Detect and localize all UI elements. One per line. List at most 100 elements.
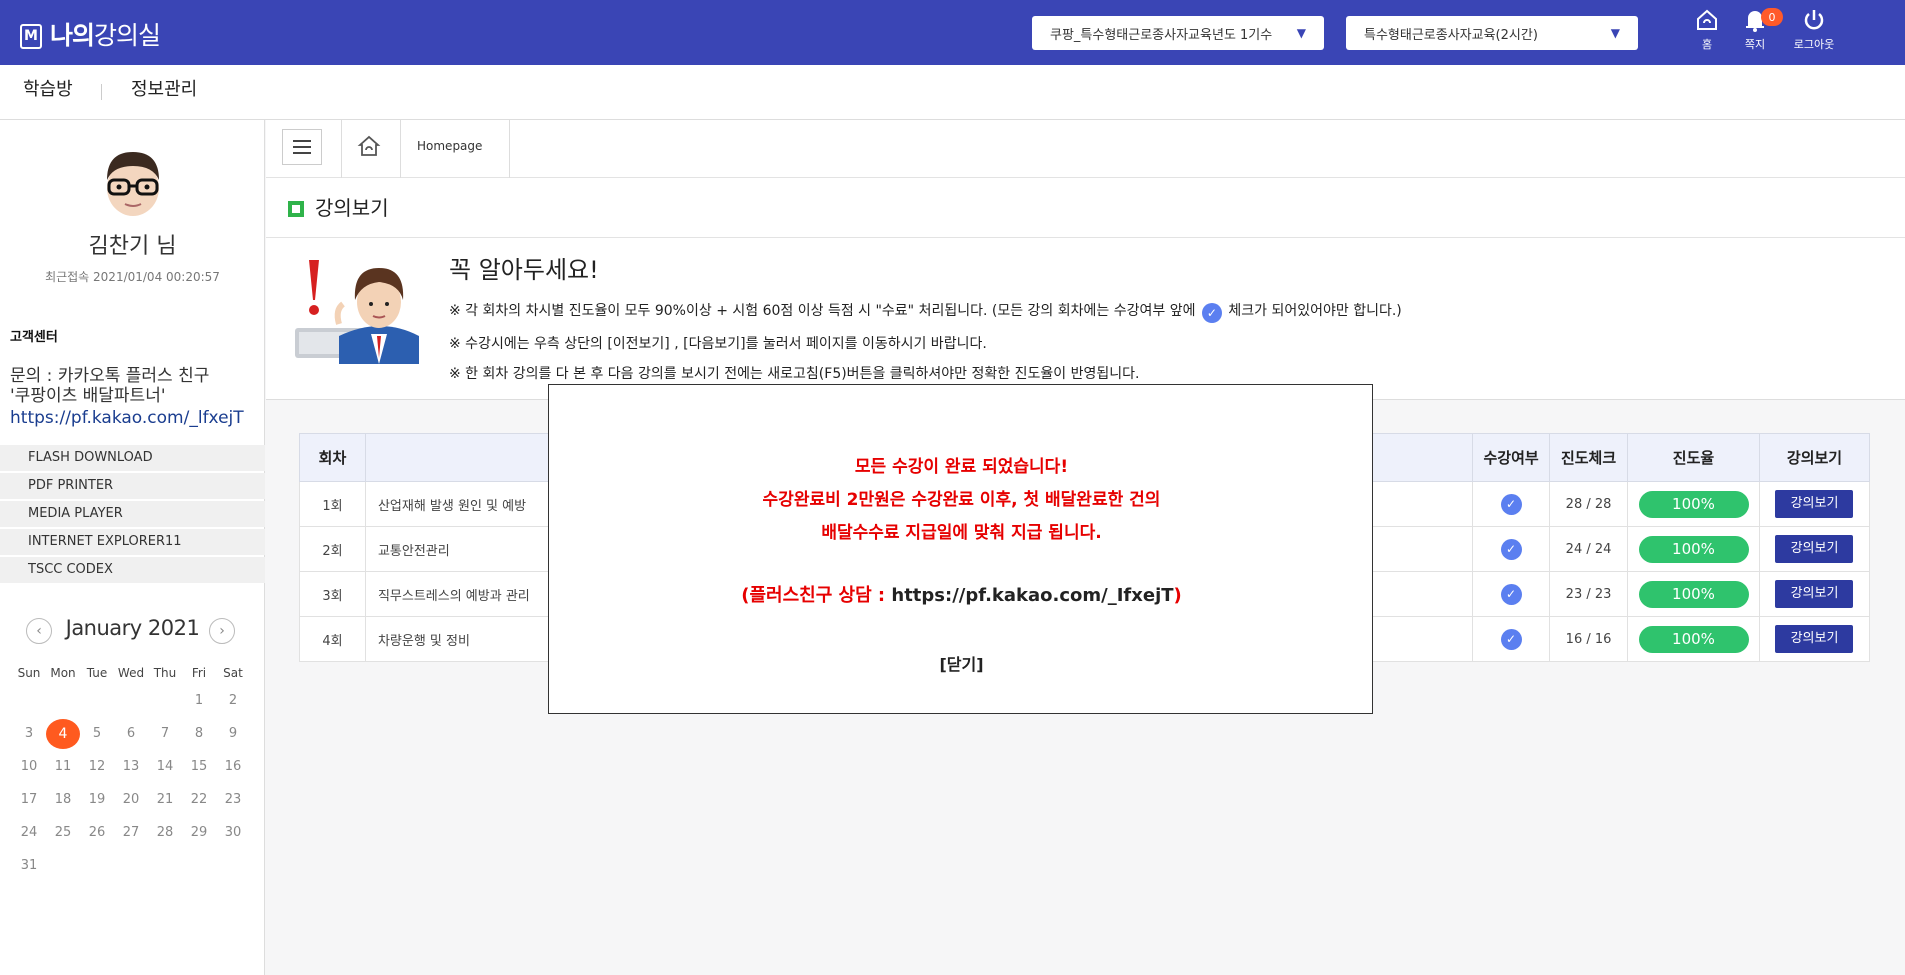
calendar-empty-cell — [46, 684, 80, 717]
home-icon — [357, 135, 381, 156]
plugin-tscc-codex[interactable]: TSCC CODEX — [0, 557, 265, 583]
menu-button[interactable] — [282, 129, 322, 165]
cell-status: ✓ — [1472, 526, 1551, 572]
lecture-select[interactable]: 특수형태근로종사자교육(2시간) ▼ — [1346, 16, 1638, 50]
breadcrumb-home-button[interactable] — [357, 134, 381, 162]
view-lecture-button[interactable]: 강의보기 — [1775, 535, 1854, 563]
plugin-media-player[interactable]: MEDIA PLAYER — [0, 501, 265, 527]
calendar-day[interactable]: 16 — [216, 750, 250, 783]
cell-status: ✓ — [1472, 616, 1551, 662]
cell-round: 4회 — [299, 616, 366, 662]
calendar-day[interactable]: 22 — [182, 783, 216, 816]
view-lecture-button[interactable]: 강의보기 — [1775, 625, 1854, 653]
notice-title: 꼭 알아두세요! — [449, 256, 599, 284]
calendar-day[interactable]: 15 — [182, 750, 216, 783]
progress-badge: 100% — [1638, 490, 1749, 518]
check-circle-icon: ✓ — [1201, 303, 1222, 323]
calendar-day[interactable]: 9 — [216, 717, 250, 750]
calendar-day[interactable]: 1 — [182, 684, 216, 717]
breadcrumb-current[interactable]: Homepage — [417, 139, 482, 153]
notice-box: 꼭 알아두세요! ※ 각 회차의 차시별 진도율이 모두 90%이상 + 시험 … — [266, 238, 1905, 400]
calendar-day[interactable]: 10 — [12, 750, 46, 783]
calendar-day-today[interactable]: 4 — [46, 717, 80, 750]
calendar-day[interactable]: 28 — [148, 816, 182, 849]
logout-button[interactable]: 로그아웃 — [1784, 8, 1844, 52]
breadcrumb: Homepage — [266, 120, 1905, 178]
cell-check: 28 / 28 — [1549, 481, 1629, 527]
calendar-day[interactable]: 26 — [80, 816, 114, 849]
notice-line-3: ※ 한 회차 강의를 다 본 후 다음 강의를 보시기 전에는 새로고침(F5)… — [449, 366, 1140, 382]
calendar-day[interactable]: 17 — [12, 783, 46, 816]
plugin-internet-explorer[interactable]: INTERNET EXPLORER11 — [0, 529, 265, 555]
view-lecture-button[interactable]: 강의보기 — [1775, 490, 1854, 518]
calendar-day[interactable]: 11 — [46, 750, 80, 783]
sidebar: 김찬기 님 최근접속 2021/01/04 00:20:57 고객센터 문의 :… — [0, 120, 265, 975]
calendar-day[interactable]: 5 — [80, 717, 114, 750]
calendar-week-row: 31 — [12, 849, 250, 882]
cell-view: 강의보기 — [1758, 481, 1871, 527]
check-circle-icon: ✓ — [1500, 538, 1522, 560]
calendar-day[interactable]: 20 — [114, 783, 148, 816]
nav-info-management[interactable]: 정보관리 — [131, 75, 197, 101]
calendar-next-button[interactable]: › — [209, 618, 235, 644]
cell-rate: 100% — [1627, 526, 1760, 572]
sub-navigation: 학습방 정보관리 — [0, 65, 1905, 120]
calendar-empty-cell — [12, 684, 46, 717]
chevron-right-icon: › — [219, 623, 225, 639]
course-select[interactable]: 쿠팡_특수형태근로종사자교육년도 1기수 ▼ — [1032, 16, 1324, 50]
check-circle-icon: ✓ — [1500, 583, 1522, 605]
plugin-pdf-printer[interactable]: PDF PRINTER — [0, 473, 265, 499]
nav-study-room[interactable]: 학습방 — [23, 75, 73, 101]
calendar-day[interactable]: 24 — [12, 816, 46, 849]
calendar-day[interactable]: 25 — [46, 816, 80, 849]
home-icon — [1697, 9, 1717, 30]
calendar-empty-cell — [80, 849, 114, 882]
calendar-weekday: Thu — [153, 666, 177, 680]
cs-line1: 문의 : 카카오톡 플러스 친구 — [10, 366, 210, 386]
calendar-day[interactable]: 14 — [148, 750, 182, 783]
logo[interactable]: M 나의강의실 — [20, 16, 161, 52]
last-login: 최근접속 2021/01/04 00:20:57 — [45, 270, 220, 284]
calendar-weekday: Sun — [17, 666, 41, 680]
cell-rate: 100% — [1627, 571, 1760, 617]
header-rate: 진도율 — [1627, 433, 1760, 482]
header-round: 회차 — [299, 433, 366, 482]
logout-label: 로그아웃 — [1793, 38, 1835, 51]
calendar-day[interactable]: 23 — [216, 783, 250, 816]
calendar-day[interactable]: 19 — [80, 783, 114, 816]
calendar-day[interactable]: 12 — [80, 750, 114, 783]
hamburger-icon — [293, 140, 311, 154]
dropdown-arrow-icon: ▼ — [1296, 26, 1306, 40]
calendar-day[interactable]: 3 — [12, 717, 46, 750]
calendar-day[interactable]: 8 — [182, 717, 216, 750]
modal-close-button[interactable]: [닫기] — [549, 651, 1374, 675]
calendar-day[interactable]: 2 — [216, 684, 250, 717]
calendar-day[interactable]: 30 — [216, 816, 250, 849]
calendar-day[interactable]: 27 — [114, 816, 148, 849]
modal-contact-url[interactable]: https://pf.kakao.com/_IfxejT — [891, 585, 1173, 606]
note-button[interactable]: 쪽지 0 — [1725, 8, 1785, 52]
progress-badge: 100% — [1638, 580, 1749, 608]
calendar-day[interactable]: 6 — [114, 717, 148, 750]
calendar-day[interactable]: 18 — [46, 783, 80, 816]
header-view: 강의보기 — [1758, 433, 1871, 482]
kakao-link[interactable]: https://pf.kakao.com/_lfxejT — [10, 408, 244, 428]
cell-rate: 100% — [1627, 616, 1760, 662]
calendar-week-row: 12 — [12, 684, 250, 717]
cell-status: ✓ — [1472, 481, 1551, 527]
calendar-day[interactable]: 21 — [148, 783, 182, 816]
plugin-flash-download[interactable]: FLASH DOWNLOAD — [0, 445, 265, 471]
calendar-day[interactable]: 29 — [182, 816, 216, 849]
section-marker-icon — [288, 201, 304, 217]
user-name: 김찬기 님 — [88, 234, 177, 259]
view-lecture-button[interactable]: 강의보기 — [1775, 580, 1854, 608]
calendar-day[interactable]: 31 — [12, 849, 46, 882]
cell-view: 강의보기 — [1758, 571, 1871, 617]
cell-round: 3회 — [299, 571, 366, 617]
notice-illustration — [295, 260, 419, 364]
calendar-day[interactable]: 13 — [114, 750, 148, 783]
top-header: M 나의강의실 쿠팡_특수형태근로종사자교육년도 1기수 ▼ 특수형태근로종사자… — [0, 0, 1905, 65]
calendar-day[interactable]: 7 — [148, 717, 182, 750]
customer-center-text: 문의 : 카카오톡 플러스 친구 '쿠팡이츠 배달파트너' — [10, 366, 209, 406]
check-circle-icon: ✓ — [1500, 628, 1522, 650]
